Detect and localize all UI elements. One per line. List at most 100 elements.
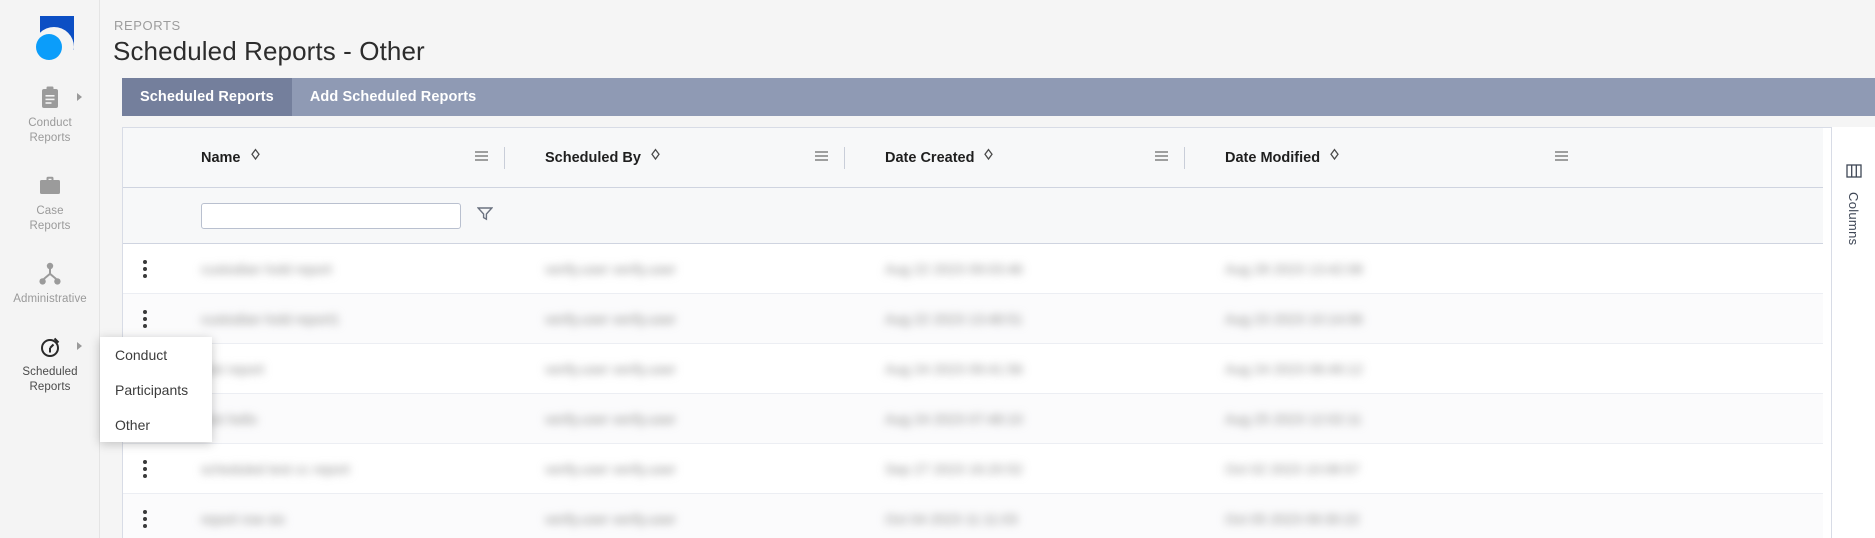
cell-value: verify.user verify.user: [545, 510, 676, 527]
tab-add-scheduled-reports[interactable]: Add Scheduled Reports: [292, 78, 494, 116]
table-row[interactable]: report row six verify.user verify.user O…: [123, 494, 1823, 538]
main-content: REPORTS Scheduled Reports - Other Schedu…: [100, 0, 1875, 538]
cell-value: Oct 02 2023 10:08:57: [1225, 460, 1360, 477]
sidebar-item-label-2: Reports: [29, 132, 71, 144]
table-cell-date-created: Oct 04 2023 11:11:03: [863, 494, 1203, 538]
sidebar-item-label: Case: [36, 205, 64, 217]
cell-value: Oct 04 2023 11:11:03: [885, 510, 1018, 527]
table-cell-date-modified: Aug 28 2023 13:42:08: [1203, 244, 1603, 293]
table-row[interactable]: test report verify.user verify.user Aug …: [123, 344, 1823, 394]
sidebar-item-label-2: Reports: [29, 220, 71, 232]
sort-diamond-icon[interactable]: [650, 148, 661, 167]
sidebar-item-label-2: Reports: [29, 381, 71, 393]
table-cell-scheduled-by: verify.user verify.user: [523, 244, 863, 293]
cell-value: custodian hold report: [201, 260, 332, 277]
column-menu-icon[interactable]: [814, 149, 829, 167]
column-menu-icon[interactable]: [1554, 149, 1569, 167]
cell-value: verify.user verify.user: [545, 460, 676, 477]
column-menu-icon[interactable]: [1154, 149, 1169, 167]
table-cell-date-created: Aug 24 2023 09:41:56: [863, 344, 1203, 393]
table-column-header-date-created[interactable]: Date Created: [863, 128, 1203, 187]
name-filter-input[interactable]: [201, 202, 461, 229]
column-header-label: Name: [201, 149, 241, 166]
filter-cell-scheduled-by: [523, 188, 863, 243]
columns-grid-icon: [1845, 163, 1862, 184]
cell-value: Aug 22 2023 13:48:51: [885, 310, 1023, 327]
sidebar-item-label: Scheduled: [22, 366, 78, 378]
cell-value: verify.user verify.user: [545, 260, 676, 277]
cell-value: scheduled test cc report: [201, 460, 350, 477]
cell-value: Sep 27 2023 16:20:52: [885, 460, 1023, 477]
table-row[interactable]: scheduled test cc report verify.user ver…: [123, 444, 1823, 494]
table-cell-date-modified: Aug 24 2023 08:49:12: [1203, 344, 1603, 393]
table-cell-date-modified: Oct 02 2023 10:08:57: [1203, 444, 1603, 493]
page-title: Scheduled Reports - Other: [113, 36, 425, 66]
clipboard-icon: [2, 86, 98, 112]
flyout-item-participants[interactable]: Participants: [100, 372, 212, 407]
table-cell-name: report row six: [123, 494, 523, 538]
flyout-item-conduct[interactable]: Conduct: [100, 337, 212, 372]
cell-value: custodian hold report1: [201, 310, 340, 327]
table-cell-scheduled-by: verify.user verify.user: [523, 494, 863, 538]
column-divider: [844, 146, 845, 169]
table-cell-scheduled-by: verify.user verify.user: [523, 394, 863, 443]
cell-value: Aug 23 2023 10:14:06: [1225, 310, 1363, 327]
cell-value: verify.user verify.user: [545, 360, 676, 377]
sidebar-item-label: Conduct: [28, 117, 72, 129]
table-row[interactable]: custodian hold report1 verify.user verif…: [123, 294, 1823, 344]
table-cell-scheduled-by: verify.user verify.user: [523, 344, 863, 393]
table-cell-date-modified: Oct 05 2023 09:30:22: [1203, 494, 1603, 538]
table-cell-name: custodian hold report1: [123, 294, 523, 343]
filter-cell-date-modified: [1203, 188, 1603, 243]
cell-value: verify.user verify.user: [545, 310, 676, 327]
cell-value: Aug 22 2023 09:03:46: [885, 260, 1023, 277]
filter-funnel-icon[interactable]: [476, 206, 494, 226]
columns-side-panel[interactable]: Columns: [1831, 127, 1875, 538]
table-filter-row: [123, 188, 1823, 244]
column-menu-icon[interactable]: [474, 149, 489, 167]
cell-value: Aug 24 2023 08:49:12: [1225, 360, 1363, 377]
sort-diamond-icon[interactable]: [1329, 148, 1340, 167]
tab-scheduled-reports[interactable]: Scheduled Reports: [122, 78, 292, 116]
column-divider: [1184, 146, 1185, 169]
cell-value: Oct 05 2023 09:30:22: [1225, 510, 1360, 527]
table-column-header-scheduled-by[interactable]: Scheduled By: [523, 128, 863, 187]
column-divider: [504, 146, 505, 169]
column-header-label: Scheduled By: [545, 149, 641, 166]
filter-cell-date-created: [863, 188, 1203, 243]
column-header-label: Date Modified: [1225, 149, 1321, 166]
table-row[interactable]: test hello verify.user verify.user Aug 2…: [123, 394, 1823, 444]
table-column-header-date-modified[interactable]: Date Modified: [1203, 128, 1603, 187]
table-cell-date-created: Aug 22 2023 13:48:51: [863, 294, 1203, 343]
left-sidebar: Conduct Reports Case Reports Administrat…: [0, 0, 100, 538]
sidebar-item-conduct-reports[interactable]: Conduct Reports: [0, 80, 100, 150]
sidebar-item-scheduled-reports[interactable]: Scheduled Reports: [0, 329, 100, 399]
reports-table: Name Scheduled By Date Created Date Modi…: [122, 127, 1875, 538]
table-cell-date-modified: Aug 23 2023 10:14:06: [1203, 294, 1603, 343]
sidebar-item-administrative[interactable]: Administrative: [0, 256, 100, 311]
cell-value: Aug 25 2023 12:02:11: [1225, 410, 1362, 427]
table-cell-date-created: Sep 27 2023 16:20:52: [863, 444, 1203, 493]
cell-value: report row six: [201, 510, 286, 527]
reports-table-grid: Name Scheduled By Date Created Date Modi…: [123, 128, 1823, 538]
table-row[interactable]: custodian hold report verify.user verify…: [123, 244, 1823, 294]
sort-diamond-icon[interactable]: [250, 148, 261, 167]
app-root: Conduct Reports Case Reports Administrat…: [0, 0, 1875, 538]
chevron-right-icon: [77, 342, 82, 350]
table-cell-scheduled-by: verify.user verify.user: [523, 444, 863, 493]
cell-value: Aug 28 2023 13:42:08: [1225, 260, 1363, 277]
logo-circle-shape: [35, 34, 62, 60]
app-logo[interactable]: [26, 14, 74, 67]
filter-cell-name: [123, 188, 523, 243]
tab-bar: Scheduled Reports Add Scheduled Reports: [100, 78, 1875, 116]
table-column-header-name[interactable]: Name: [123, 128, 523, 187]
table-cell-scheduled-by: verify.user verify.user: [523, 294, 863, 343]
table-cell-name: custodian hold report: [123, 244, 523, 293]
cell-value: Aug 24 2023 07:48:10: [885, 410, 1023, 427]
tab-bar-leading-spacer: [100, 78, 122, 116]
cell-value: Aug 24 2023 09:41:56: [885, 360, 1023, 377]
sort-diamond-icon[interactable]: [983, 148, 994, 167]
sidebar-item-case-reports[interactable]: Case Reports: [0, 168, 100, 238]
flyout-item-other[interactable]: Other: [100, 407, 212, 442]
breadcrumb: REPORTS: [114, 18, 181, 33]
